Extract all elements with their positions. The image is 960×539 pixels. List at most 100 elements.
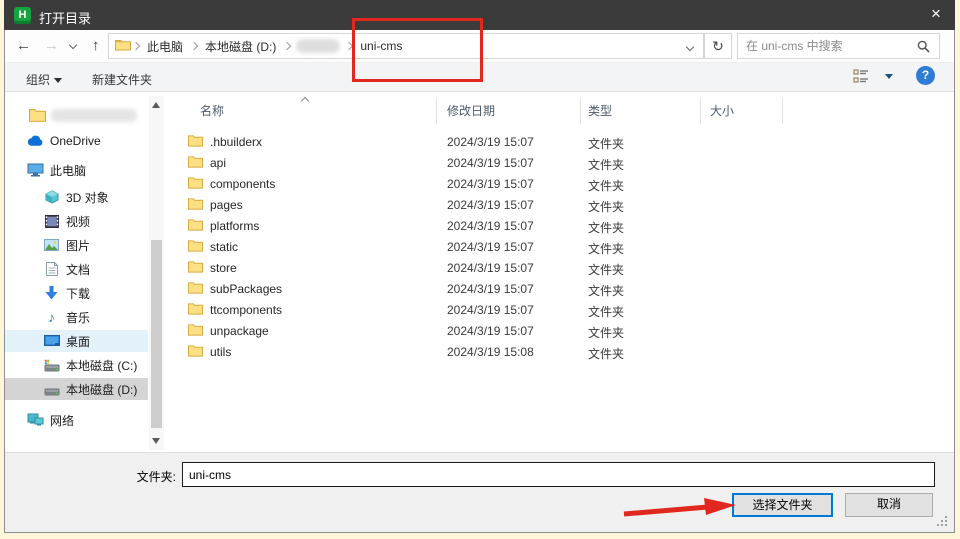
cancel-button[interactable]: 取消 (845, 493, 933, 517)
column-header-type[interactable]: 类型 (588, 102, 612, 119)
organize-dropdown-icon (54, 78, 62, 83)
file-date: 2024/3/19 15:08 (447, 345, 534, 359)
view-mode-icon[interactable] (853, 69, 870, 87)
file-row[interactable]: subPackages 2024/3/19 15:07 文件夹 (180, 278, 780, 299)
sidebar-item-onedrive[interactable]: OneDrive (5, 130, 148, 152)
column-divider[interactable] (700, 98, 701, 124)
annotation-arrow (608, 496, 740, 525)
file-name[interactable]: pages (210, 198, 243, 212)
up-icon[interactable]: ↑ (92, 37, 100, 54)
sidebar-item-label: 此电脑 (50, 162, 86, 179)
sidebar-item-label: 文档 (66, 261, 90, 278)
breadcrumb-separator-icon (283, 42, 291, 50)
scroll-up-icon[interactable] (152, 102, 160, 108)
file-row[interactable]: api2024/3/19 15:07文件夹 (180, 152, 780, 173)
refresh-icon[interactable]: ↻ (704, 33, 732, 59)
sidebar-item-network[interactable]: 网络 (5, 409, 148, 431)
breadcrumb-drive-d[interactable]: 本地磁盘 (D:) (199, 38, 282, 55)
file-type: 文件夹 (588, 135, 624, 152)
sidebar-item-drive-d[interactable]: 本地磁盘 (D:) (5, 378, 148, 400)
file-name[interactable]: subPackages (210, 282, 282, 296)
sidebar-item-downloads[interactable]: 下载 (5, 282, 148, 304)
file-date: 2024/3/19 15:07 (447, 219, 534, 233)
help-icon[interactable]: ? (916, 66, 935, 85)
file-date: 2024/3/19 15:07 (447, 177, 534, 191)
hbuilderx-app-icon: H (14, 7, 31, 24)
scroll-down-icon[interactable] (152, 438, 160, 444)
file-name[interactable]: .hbuilderx (210, 135, 262, 149)
folder-icon (188, 155, 203, 171)
sidebar-item-drive-c[interactable]: 本地磁盘 (C:) (5, 354, 148, 376)
file-row[interactable]: platforms2024/3/19 15:07文件夹 (180, 215, 780, 236)
sidebar-item-videos[interactable]: 视频 (5, 210, 148, 232)
column-divider[interactable] (580, 98, 581, 124)
column-header-size[interactable]: 大小 (710, 102, 734, 119)
onedrive-cloud-icon (27, 135, 44, 147)
file-row[interactable]: static 2024/3/19 15:07 文件夹 (180, 236, 780, 257)
sidebar-item-label: 音乐 (66, 309, 90, 326)
file-row[interactable]: components 2024/3/19 15:07 文件夹 (180, 173, 780, 194)
file-name[interactable]: static (210, 240, 238, 254)
breadcrumb-this-pc[interactable]: 此电脑 (141, 38, 189, 55)
file-name[interactable]: ttcomponents (210, 303, 282, 317)
sidebar-item-pictures[interactable]: 图片 (5, 234, 148, 256)
view-dropdown-icon[interactable] (885, 74, 893, 79)
sidebar-item-redacted[interactable] (5, 104, 148, 126)
search-icon[interactable] (917, 40, 930, 56)
file-row[interactable]: utils 2024/3/19 15:08 文件夹 (180, 341, 780, 362)
folder-icon (29, 108, 46, 122)
3d-cube-icon (43, 190, 60, 204)
file-type: 文件夹 (588, 345, 624, 362)
column-header-date[interactable]: 修改日期 (447, 102, 495, 119)
file-row[interactable]: ttcomponents2024/3/19 15:07文件夹 (180, 299, 780, 320)
file-type: 文件夹 (588, 240, 624, 257)
sidebar-item-documents[interactable]: 文档 (5, 258, 148, 280)
search-input[interactable] (746, 37, 906, 55)
music-note-icon: ♪ (43, 309, 60, 325)
file-row[interactable]: pages2024/3/19 15:07文件夹 (180, 194, 780, 215)
file-name[interactable]: store (210, 261, 237, 275)
file-date: 2024/3/19 15:07 (447, 303, 534, 317)
file-row[interactable]: unpackage 2024/3/19 15:07 文件夹 (180, 320, 780, 341)
network-icon (27, 413, 44, 427)
file-row[interactable]: .hbuilderx2024/3/19 15:07文件夹 (180, 131, 780, 152)
sidebar-item-label: 视频 (66, 213, 90, 230)
file-name[interactable]: platforms (210, 219, 259, 233)
sidebar-item-3d-objects[interactable]: 3D 对象 (5, 186, 148, 208)
drive-d-icon (43, 383, 60, 396)
file-name[interactable]: api (210, 156, 226, 170)
scrollbar-thumb[interactable] (151, 240, 162, 428)
back-icon[interactable]: ← (16, 37, 31, 54)
column-divider[interactable] (782, 98, 783, 124)
folder-icon (188, 218, 203, 234)
forward-icon[interactable]: → (44, 37, 59, 54)
resize-grip[interactable] (936, 515, 948, 530)
sidebar-item-label: 图片 (66, 237, 90, 254)
sidebar-item-music[interactable]: ♪ 音乐 (5, 306, 148, 328)
folder-name-input[interactable] (182, 462, 935, 487)
download-arrow-icon (43, 286, 60, 300)
file-date: 2024/3/19 15:07 (447, 324, 534, 338)
file-type: 文件夹 (588, 177, 624, 194)
file-date: 2024/3/19 15:07 (447, 282, 534, 296)
file-name[interactable]: unpackage (210, 324, 269, 338)
organize-button[interactable]: 组织 (26, 71, 62, 88)
sidebar-item-desktop[interactable]: 桌面 (5, 330, 148, 352)
sidebar-item-label: 本地磁盘 (C:) (66, 357, 137, 374)
file-date: 2024/3/19 15:07 (447, 261, 534, 275)
file-row[interactable]: store2024/3/19 15:07文件夹 (180, 257, 780, 278)
new-folder-button[interactable]: 新建文件夹 (92, 71, 152, 88)
address-dropdown-icon[interactable] (686, 43, 694, 51)
select-folder-button[interactable]: 选择文件夹 (732, 493, 833, 517)
file-name[interactable]: components (210, 177, 275, 191)
column-header-name[interactable]: 名称 (200, 102, 224, 119)
close-icon[interactable]: × (918, 0, 954, 30)
file-type: 文件夹 (588, 282, 624, 299)
file-date: 2024/3/19 15:07 (447, 240, 534, 254)
breadcrumb-redacted-segment[interactable] (296, 39, 340, 53)
file-date: 2024/3/19 15:07 (447, 198, 534, 212)
column-divider[interactable] (436, 98, 437, 124)
file-type: 文件夹 (588, 324, 624, 341)
file-name[interactable]: utils (210, 345, 231, 359)
sidebar-item-this-pc[interactable]: 此电脑 (5, 159, 148, 181)
